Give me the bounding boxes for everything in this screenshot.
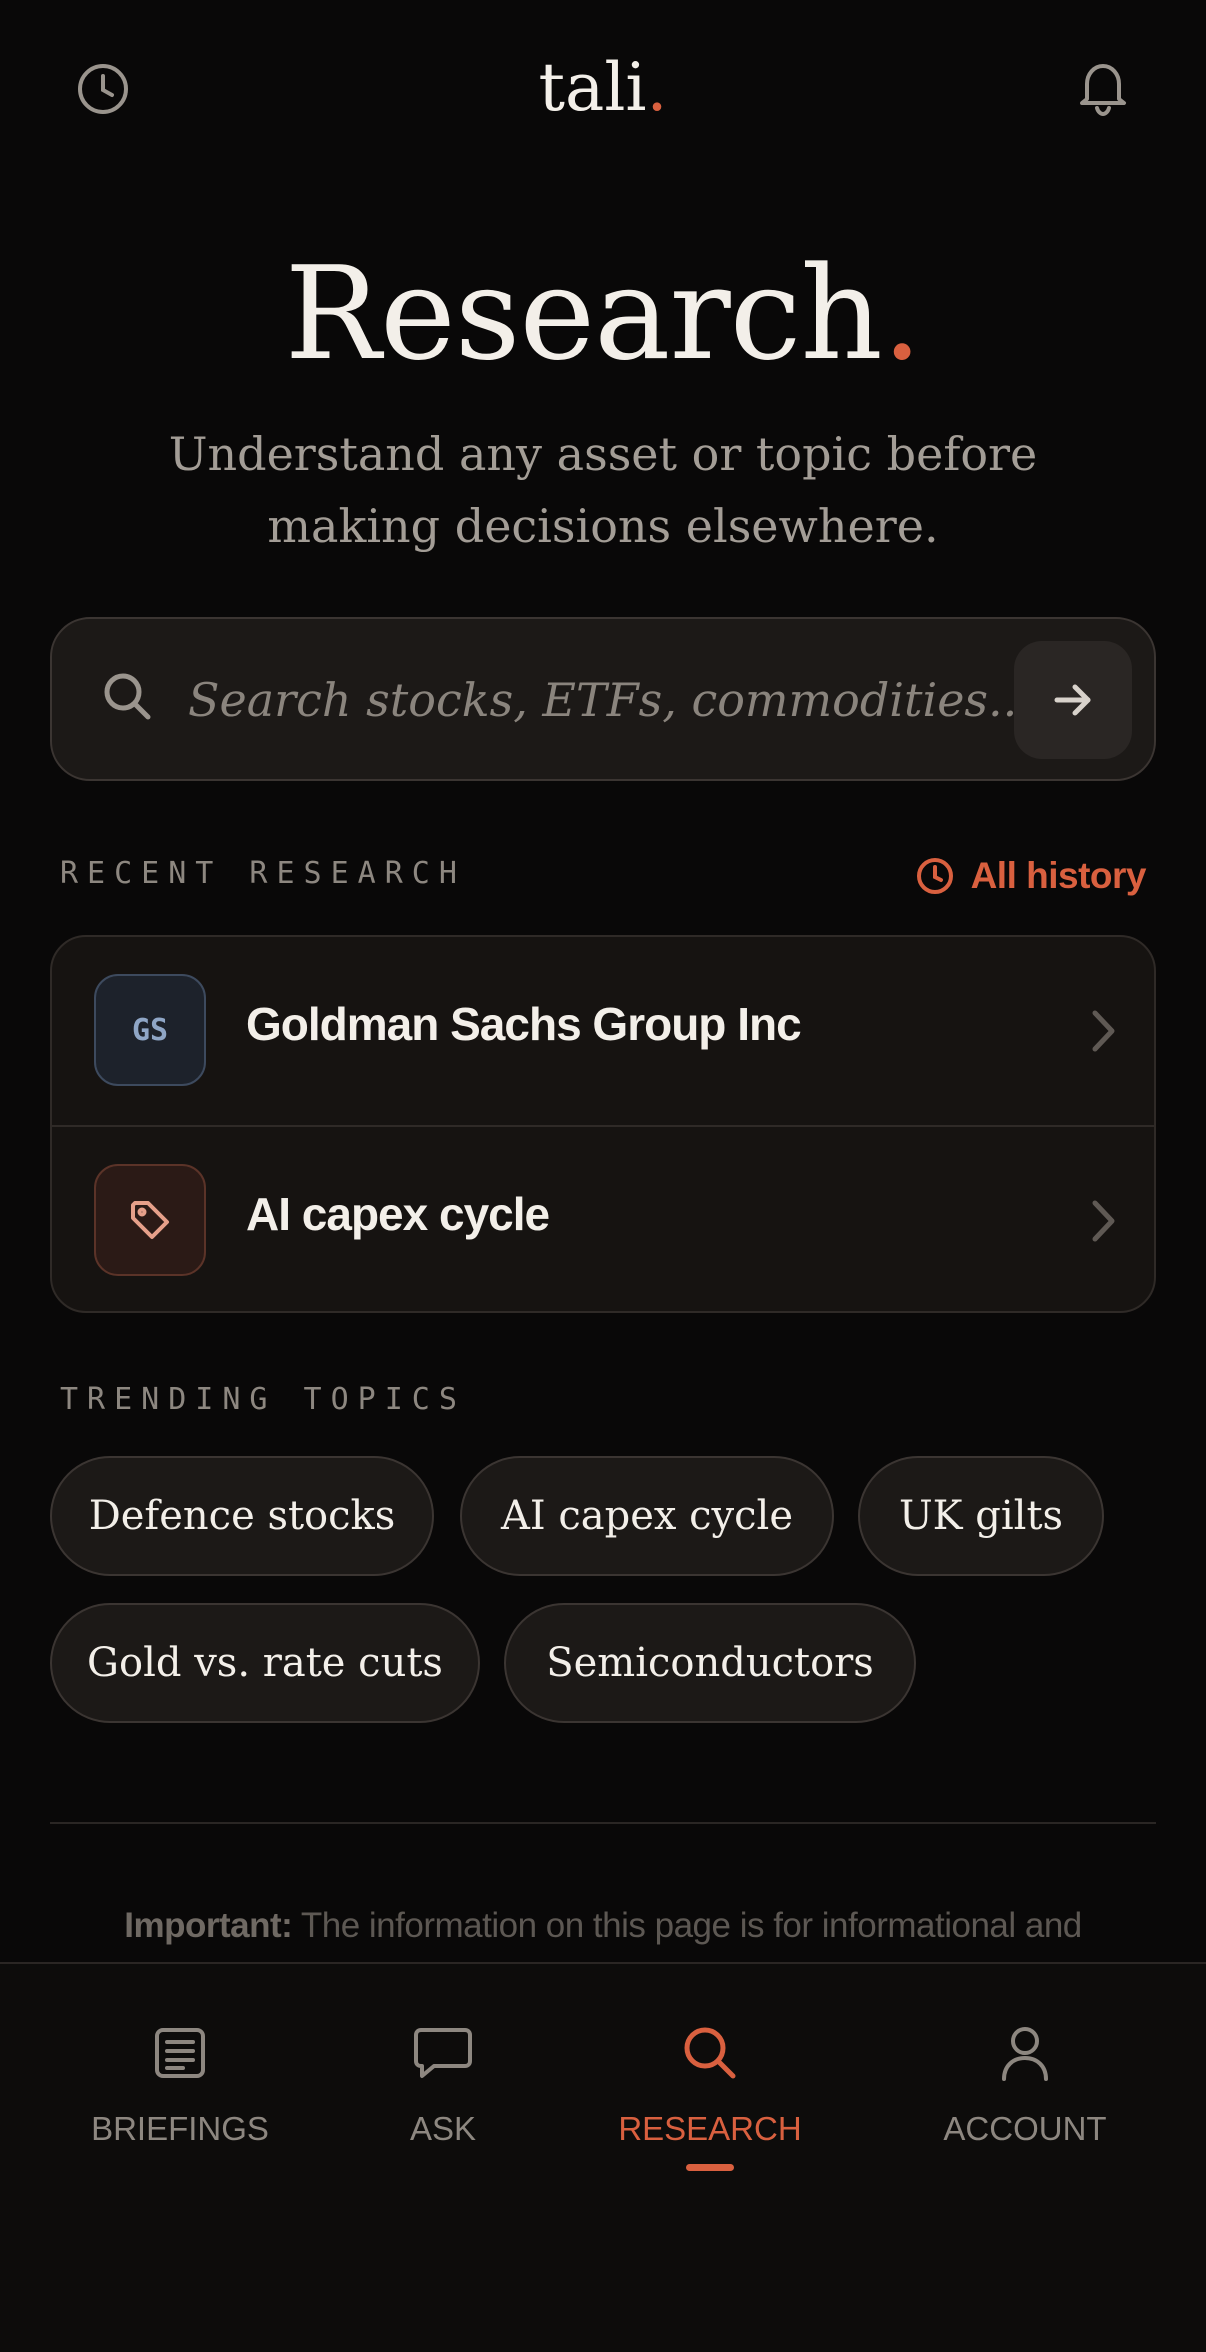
- all-history-link[interactable]: All history: [915, 852, 1147, 900]
- bell-icon[interactable]: [1068, 52, 1138, 122]
- page-subtitle-line1: Understand any asset or topic before: [168, 427, 1038, 481]
- bottom-nav: BRIEFINGS ASK RESEARCH ACCOUNT: [0, 1962, 1206, 2352]
- nav-label: BRIEFINGS: [91, 2110, 269, 2147]
- arrow-right-icon: [1054, 684, 1091, 716]
- disclaimer-label: Important:: [124, 1906, 293, 1945]
- topic-chip[interactable]: AI capex cycle: [460, 1456, 834, 1576]
- nav-item-ask[interactable]: ASK: [313, 2018, 573, 2168]
- nav-item-briefings[interactable]: BRIEFINGS: [50, 2018, 310, 2168]
- search-bar: [50, 617, 1156, 781]
- search-input[interactable]: [186, 659, 1030, 741]
- nav-label: ACCOUNT: [943, 2110, 1107, 2147]
- divider: [50, 1822, 1156, 1824]
- chevron-right-icon: [1088, 1197, 1118, 1250]
- nav-item-research[interactable]: RESEARCH: [580, 2018, 840, 2168]
- recent-item-title: AI capex cycle: [246, 1188, 550, 1240]
- page-title-text: Research: [284, 240, 883, 389]
- nav-item-account[interactable]: ACCOUNT: [895, 2018, 1155, 2168]
- chevron-right-icon: [1088, 1007, 1118, 1060]
- search-icon: [100, 669, 156, 730]
- nav-label: RESEARCH: [618, 2110, 802, 2147]
- trending-topics-label: TRENDING TOPICS: [60, 1382, 466, 1417]
- ticker-badge: GS: [94, 974, 206, 1086]
- top-bar: tali.: [0, 0, 1206, 180]
- clock-icon: [916, 858, 953, 894]
- all-history-label: All history: [970, 855, 1147, 896]
- recent-item-title: Goldman Sachs Group Inc: [246, 998, 802, 1050]
- chat-icon: [412, 2018, 474, 2088]
- topic-chip[interactable]: Defence stocks: [50, 1456, 434, 1576]
- disclaimer-text: The information on this page is for info…: [292, 1906, 1082, 1945]
- user-icon: [998, 2018, 1052, 2088]
- page-title-dot: .: [881, 240, 923, 389]
- search-submit-button[interactable]: [1014, 641, 1132, 759]
- recent-item-goldman-sachs[interactable]: GS Goldman Sachs Group Inc: [52, 937, 1154, 1125]
- recent-research-list: GS Goldman Sachs Group Inc AI capex cycl…: [50, 935, 1156, 1313]
- recent-research-label: RECENT RESEARCH: [60, 856, 466, 891]
- topic-chip[interactable]: Gold vs. rate cuts: [50, 1603, 480, 1723]
- nav-label: ASK: [409, 2110, 477, 2147]
- page-subtitle-line2: making decisions elsewhere.: [267, 499, 939, 553]
- topic-chip[interactable]: UK gilts: [858, 1456, 1104, 1576]
- topic-chip[interactable]: Semiconductors: [504, 1603, 916, 1723]
- search-icon: [681, 2018, 739, 2088]
- brand-name: tali: [538, 49, 647, 126]
- disclaimer: Important: The information on this page …: [60, 1898, 1146, 1954]
- brand-logo: tali.: [0, 48, 1206, 128]
- recent-item-ai-capex[interactable]: AI capex cycle: [52, 1125, 1154, 1311]
- page-subtitle: Understand any asset or topic before mak…: [150, 418, 1056, 562]
- brand-dot: .: [646, 49, 668, 126]
- tag-icon: [94, 1164, 206, 1276]
- active-tab-indicator: [686, 2164, 734, 2171]
- page-title: Research.: [0, 240, 1206, 390]
- briefings-icon: [152, 2018, 208, 2088]
